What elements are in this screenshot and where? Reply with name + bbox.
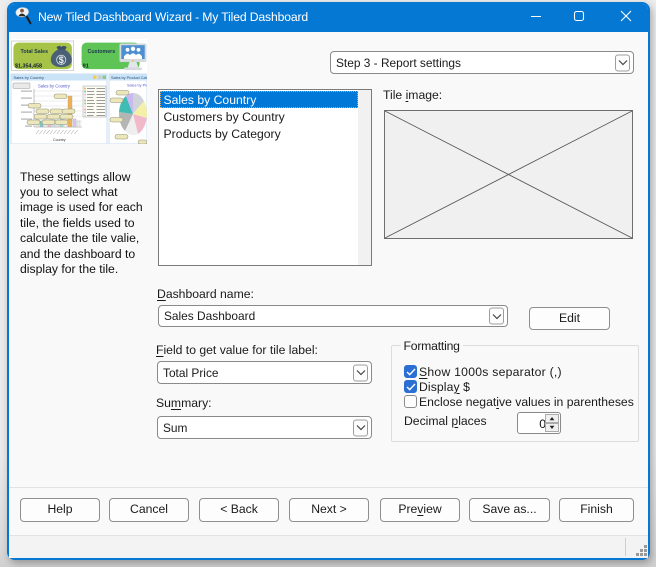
svg-text:$: $ xyxy=(59,55,64,65)
svg-text:Sales by Product Category: Sales by Product Category xyxy=(111,76,147,80)
svg-text:Country: Country xyxy=(53,138,66,142)
svg-text:Sales by Country: Sales by Country xyxy=(38,84,71,89)
svg-text:91: 91 xyxy=(83,63,89,69)
svg-text:Customers: Customers xyxy=(88,49,116,55)
svg-text:Sales by Country: Sales by Country xyxy=(14,75,44,80)
svg-text:$1,354,458: $1,354,458 xyxy=(15,63,42,69)
svg-text:Sales by Product: Sales by Product xyxy=(127,84,147,88)
svg-text:Total Sales: Total Sales xyxy=(21,49,49,55)
